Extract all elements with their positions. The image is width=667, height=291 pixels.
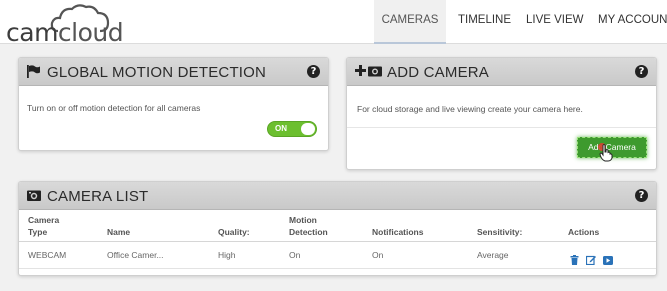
nav-timeline[interactable]: TIMELINE bbox=[458, 0, 511, 44]
plus-camera-icon bbox=[355, 65, 383, 83]
panel-header: ADD CAMERA ? bbox=[347, 58, 656, 86]
nav-cameras[interactable]: CAMERAS bbox=[374, 0, 446, 44]
header-line: Detection bbox=[289, 227, 328, 237]
column-header-notifications[interactable]: Notifications bbox=[372, 226, 423, 238]
column-header-quality[interactable]: Quality: bbox=[218, 226, 250, 238]
hand-cursor-icon bbox=[599, 144, 613, 162]
cell-notifications: On bbox=[372, 250, 384, 260]
header-line: Motion bbox=[289, 215, 317, 225]
column-header-actions: Actions bbox=[568, 227, 600, 237]
flag-icon bbox=[27, 65, 41, 83]
cell-motion-detection: On bbox=[289, 250, 301, 260]
cell-name: Office Camer... bbox=[107, 250, 164, 260]
divider bbox=[347, 127, 656, 128]
nav-live-view[interactable]: LIVE VIEW bbox=[526, 0, 584, 44]
panel-header: GLOBAL MOTION DETECTION ? bbox=[19, 58, 328, 86]
add-camera-description: For cloud storage and live viewing creat… bbox=[357, 104, 583, 114]
column-header-sensitivity[interactable]: Sensitivity: bbox=[477, 226, 522, 238]
divider bbox=[19, 241, 656, 242]
column-header-motion-detection[interactable]: Motion Detection bbox=[289, 214, 328, 238]
camera-list-panel: CAMERA LIST ? Camera Type Name Quality: … bbox=[18, 181, 657, 276]
camcloud-logo[interactable]: camcloud bbox=[6, 3, 124, 47]
cell-camera-type: WEBCAM bbox=[28, 250, 67, 260]
help-icon[interactable]: ? bbox=[635, 189, 648, 202]
cell-sensitivity: Average bbox=[477, 250, 509, 260]
logo-cam-text: cam bbox=[6, 18, 58, 47]
toggle-state-label: ON bbox=[275, 124, 287, 133]
cell-quality: High bbox=[218, 250, 236, 260]
panel-header: CAMERA LIST ? bbox=[19, 182, 656, 210]
divider bbox=[19, 268, 656, 269]
logo-wordmark: camcloud bbox=[6, 18, 124, 47]
panel-title: GLOBAL MOTION DETECTION bbox=[47, 64, 267, 81]
help-icon[interactable]: ? bbox=[307, 65, 320, 78]
column-header-name[interactable]: Name bbox=[107, 226, 130, 238]
top-navigation-bar: camcloud CAMERAS TIMELINE LIVE VIEW MY A… bbox=[0, 0, 667, 47]
header-line: Type bbox=[28, 227, 48, 237]
nav-my-account[interactable]: MY ACCOUNT bbox=[598, 0, 667, 44]
column-header-camera-type[interactable]: Camera Type bbox=[28, 214, 59, 238]
logo-cloud-text: cloud bbox=[57, 18, 124, 47]
header-line: Camera bbox=[28, 215, 60, 225]
add-camera-panel: ADD CAMERA ? For cloud storage and live … bbox=[346, 57, 657, 170]
panel-title: ADD CAMERA bbox=[387, 64, 490, 81]
camera-icon bbox=[27, 189, 42, 207]
help-icon[interactable]: ? bbox=[635, 65, 648, 78]
global-motion-toggle[interactable]: ON bbox=[267, 121, 317, 137]
toggle-knob bbox=[301, 123, 315, 135]
global-motion-detection-panel: GLOBAL MOTION DETECTION ? Turn on or off… bbox=[18, 57, 329, 151]
motion-description: Turn on or off motion detection for all … bbox=[27, 103, 201, 113]
panel-title: CAMERA LIST bbox=[47, 188, 149, 205]
